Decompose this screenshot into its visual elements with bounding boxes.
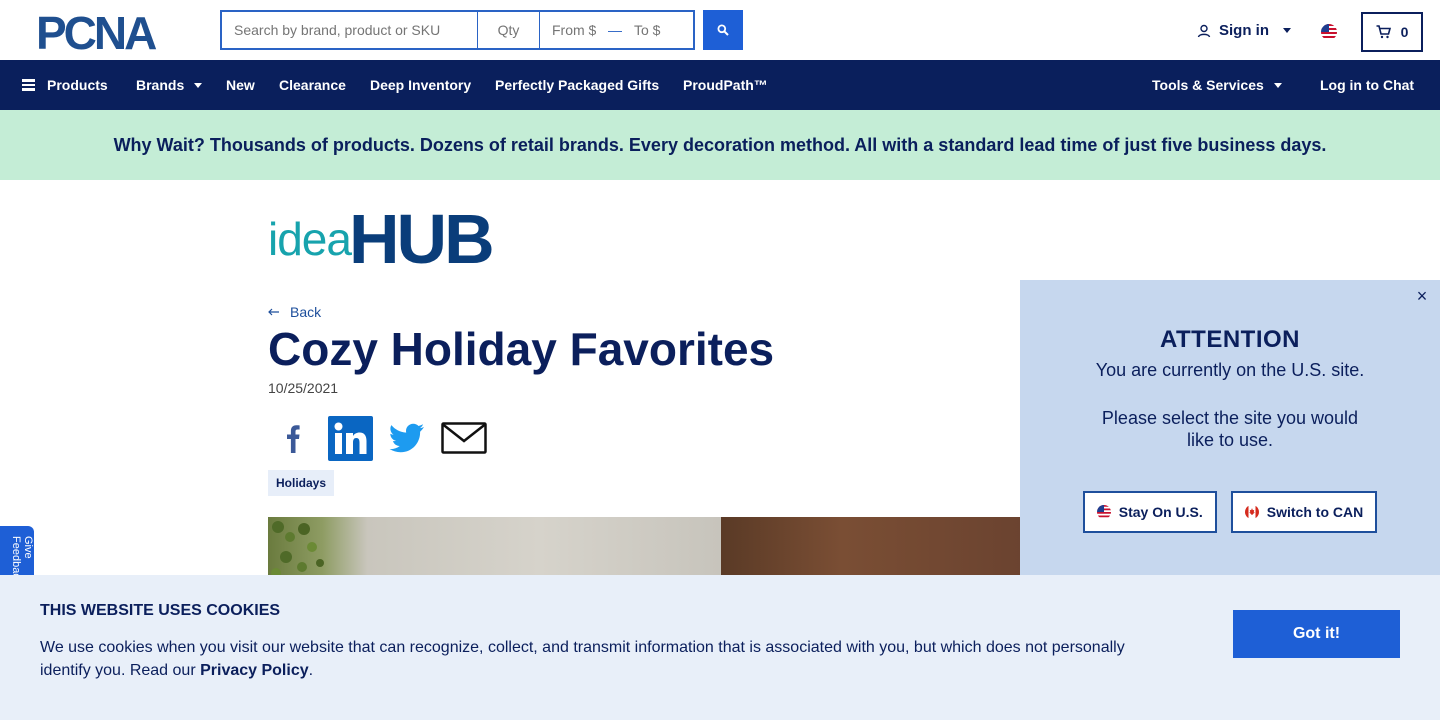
cart-icon	[1376, 25, 1391, 39]
post-date: 10/25/2021	[268, 380, 339, 396]
nav-products[interactable]: Products	[22, 60, 108, 110]
attention-instruction: Please select the site you would like to…	[1101, 408, 1359, 450]
hero-image-left	[268, 517, 721, 577]
feedback-tab[interactable]: Give Feedback	[0, 526, 34, 582]
nav-tools-services[interactable]: Tools & Services	[1152, 60, 1282, 110]
qty-input[interactable]	[478, 12, 540, 48]
site-selector-panel: × ATTENTION You are currently on the U.S…	[1020, 280, 1440, 580]
price-range-dash: —	[608, 22, 622, 38]
chevron-down-icon	[194, 82, 203, 88]
menu-icon	[22, 79, 35, 91]
site-selector-buttons: Stay On U.S. Switch to CAN	[1020, 491, 1440, 533]
nav-deep-inventory[interactable]: Deep Inventory	[370, 60, 471, 110]
nav-proudpath[interactable]: ProudPath™	[683, 60, 768, 110]
price-range: —	[540, 12, 693, 48]
search-input[interactable]	[222, 12, 478, 48]
cookie-text: We use cookies when you visit our websit…	[40, 636, 1150, 682]
us-flag-icon[interactable]	[1321, 24, 1337, 40]
nav-login-chat[interactable]: Log in to Chat	[1320, 60, 1414, 110]
pcna-logo[interactable]: PCNA	[36, 12, 184, 52]
price-to-input[interactable]	[622, 12, 690, 48]
canada-flag-icon	[1244, 505, 1259, 519]
back-arrow-icon	[268, 308, 279, 316]
nav-tools-label: Tools & Services	[1152, 77, 1264, 93]
page-title: Cozy Holiday Favorites	[268, 323, 775, 375]
share-buttons	[268, 414, 487, 462]
nav-brands[interactable]: Brands	[136, 60, 203, 110]
twitter-icon[interactable]	[387, 423, 427, 453]
back-label: Back	[290, 304, 322, 320]
nav-products-label: Products	[47, 77, 108, 93]
nav-perfectly-packaged-gifts[interactable]: Perfectly Packaged Gifts	[495, 60, 659, 110]
ideahub-logo-hub: HUB	[348, 200, 495, 278]
chevron-down-icon	[1283, 28, 1291, 33]
switch-to-can-button[interactable]: Switch to CAN	[1230, 491, 1378, 533]
sign-in-label: Sign in	[1219, 22, 1269, 39]
search-bar: —	[220, 10, 695, 50]
cookie-banner: THIS WEBSITE USES COOKIES We use cookies…	[0, 575, 1440, 720]
email-icon[interactable]	[441, 422, 487, 454]
nav-new[interactable]: New	[226, 60, 255, 110]
cookie-end: .	[308, 662, 314, 679]
plant-leaves-graphic	[271, 521, 324, 577]
main-nav: Products Brands New Clearance Deep Inven…	[0, 60, 1440, 110]
ideahub-logo-idea: idea	[268, 213, 352, 265]
attention-heading: ATTENTION	[1159, 326, 1301, 353]
search-button[interactable]	[703, 10, 743, 50]
promo-text: Why Wait? Thousands of products. Dozens …	[113, 134, 1327, 155]
user-icon	[1197, 24, 1211, 37]
sign-in-menu[interactable]: Sign in	[1197, 22, 1291, 39]
chevron-down-icon	[1273, 82, 1282, 88]
cart-count: 0	[1400, 24, 1409, 40]
logo-text: PCNA	[36, 12, 156, 52]
us-flag-icon	[1096, 505, 1111, 519]
stay-on-us-label: Stay On U.S.	[1118, 504, 1203, 520]
site-header: PCNA — Sign in 0	[0, 0, 1440, 60]
nav-brands-label: Brands	[136, 77, 185, 93]
attention-current-site: You are currently on the U.S. site.	[1095, 360, 1365, 380]
facebook-icon[interactable]	[268, 423, 318, 453]
privacy-policy-link[interactable]: Privacy Policy	[200, 662, 309, 679]
search-icon	[717, 24, 729, 36]
ideahub-logo[interactable]: idea HUB	[268, 204, 495, 274]
linkedin-icon[interactable]	[328, 415, 373, 461]
hero-image-right	[721, 517, 1021, 577]
tag-holidays[interactable]: Holidays	[268, 470, 335, 496]
cookie-title: THIS WEBSITE USES COOKIES	[40, 602, 281, 619]
stay-on-us-button[interactable]: Stay On U.S.	[1082, 491, 1217, 533]
price-from-input[interactable]	[540, 12, 608, 48]
got-it-button[interactable]: Got it!	[1233, 610, 1400, 658]
nav-clearance[interactable]: Clearance	[279, 60, 346, 110]
promo-banner: Why Wait? Thousands of products. Dozens …	[0, 110, 1440, 180]
back-link[interactable]: Back	[268, 304, 321, 320]
switch-to-can-label: Switch to CAN	[1266, 504, 1364, 520]
close-icon[interactable]: ×	[1414, 287, 1430, 305]
cart-button[interactable]: 0	[1361, 12, 1423, 52]
